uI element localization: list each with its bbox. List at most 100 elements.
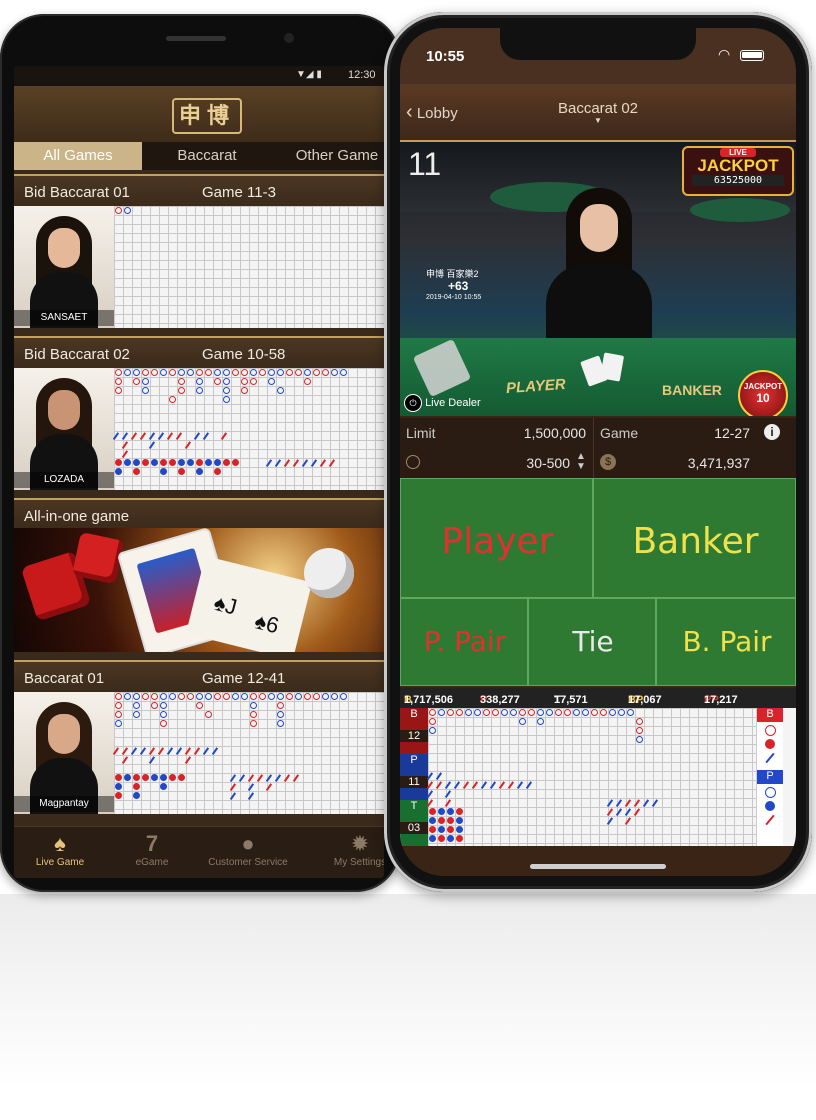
road-bead	[175, 747, 182, 755]
jackpot-badge[interactable]: JACKPOT 10	[738, 370, 788, 416]
road-bead	[247, 774, 254, 782]
nav-live-game[interactable]: ♠ Live Game	[14, 827, 106, 878]
stat-pp-value: 17,217	[704, 694, 738, 706]
road-bead	[196, 459, 203, 466]
road-bead	[115, 459, 122, 466]
road-bead	[633, 799, 640, 807]
nav-egame[interactable]: 7 eGame	[106, 827, 198, 878]
dealer-photo[interactable]: Magpantay	[14, 692, 114, 814]
road-bead	[157, 432, 164, 440]
road-bead	[184, 747, 191, 755]
banker-bet-area[interactable]: Banker	[593, 478, 796, 598]
predict-small-road-icon	[765, 739, 775, 749]
road-bead	[223, 387, 230, 394]
road-bead	[115, 378, 122, 385]
all-in-one-banner[interactable]: ♠J ♠6	[14, 528, 384, 652]
road-bead	[229, 792, 236, 800]
home-indicator[interactable]	[530, 864, 666, 869]
road-bead	[178, 774, 185, 781]
road-bead	[115, 207, 122, 214]
table-title[interactable]: Baccarat 02 ▼	[400, 100, 796, 125]
road-bead	[115, 702, 122, 709]
road-bead	[429, 817, 436, 824]
road-map	[426, 708, 756, 846]
road-bead	[169, 369, 176, 376]
tie-bet-area[interactable]: Tie	[528, 598, 656, 686]
live-dealer-figure	[540, 188, 658, 344]
chip-row: 30-500 ▲ ▼ $ 3,471,937	[400, 448, 796, 479]
road-bead	[624, 817, 631, 825]
road-bead	[133, 792, 140, 799]
predict-big-eye-icon	[764, 725, 776, 736]
tab-baccarat[interactable]: Baccarat	[142, 142, 272, 170]
road-bead	[115, 387, 122, 394]
road-bead	[283, 459, 290, 467]
road-bead	[429, 718, 436, 725]
player-pair-bet-area[interactable]: P. Pair	[400, 598, 528, 686]
road-bead	[250, 693, 257, 700]
road-bead	[283, 774, 290, 782]
table-game-number: Game 12-41	[202, 670, 286, 687]
road-bead	[313, 693, 320, 700]
road-bead	[322, 369, 329, 376]
road-bead	[498, 781, 505, 789]
road-map	[112, 692, 384, 814]
road-bead	[438, 808, 445, 815]
table-header[interactable]: Bid Baccarat 02 Game 10-58	[14, 336, 384, 370]
tab-other-game[interactable]: Other Game	[272, 142, 384, 170]
road-bead	[115, 783, 122, 790]
road-bead	[295, 693, 302, 700]
status-time: 10:55	[426, 48, 465, 65]
road-bead	[277, 693, 284, 700]
road-bead	[196, 693, 203, 700]
road-bead	[615, 808, 622, 816]
bet-range-value[interactable]: 30-500	[510, 455, 570, 471]
road-bead	[205, 369, 212, 376]
road-bead	[166, 432, 173, 440]
road-bead	[642, 799, 649, 807]
nav-customer-service[interactable]: ● Customer Service	[198, 827, 298, 878]
road-bead	[142, 378, 149, 385]
player-bet-area[interactable]: Player	[400, 478, 593, 598]
road-bead	[525, 781, 532, 789]
stepper-icon[interactable]: ▲ ▼	[576, 452, 586, 472]
live-dealer-toggle[interactable]: ⏻ Live Dealer	[404, 394, 481, 412]
table-header[interactable]: Baccarat 01 Game 12-41	[14, 660, 384, 694]
road-bead	[142, 387, 149, 394]
dealer-photo[interactable]: LOZADA	[14, 368, 114, 490]
road-bead	[606, 808, 613, 816]
road-bead	[429, 727, 436, 734]
road-bead	[178, 468, 185, 475]
road-bead	[627, 709, 634, 716]
predict-banker-label[interactable]: B	[757, 708, 783, 722]
road-bead	[178, 369, 185, 376]
player-pair-label: P. Pair	[423, 625, 507, 658]
road-bead	[193, 747, 200, 755]
road-bead	[429, 709, 436, 716]
dealer-photo[interactable]: SANSAET	[14, 206, 114, 328]
road-bead	[121, 441, 128, 449]
road-bead	[112, 747, 119, 755]
road-bead	[438, 835, 445, 842]
road-bead	[124, 207, 131, 214]
info-icon[interactable]: i	[764, 424, 780, 440]
road-bead	[229, 774, 236, 782]
road-bead	[169, 459, 176, 466]
table-header[interactable]: All-in-one game	[14, 498, 384, 530]
live-dealer-label: Live Dealer	[425, 397, 481, 409]
road-bead	[304, 693, 311, 700]
limit-row: Limit 1,500,000 Game 12-27 i	[400, 418, 796, 449]
nav-my-settings[interactable]: ✹ My Settings	[314, 827, 384, 878]
road-bead	[426, 781, 433, 789]
live-video[interactable]: 11 LIVE JACKPOT 63525000 申博 百家樂2 +63 201…	[400, 142, 796, 416]
tab-all-games[interactable]: All Games	[14, 142, 142, 170]
brand-logo: 申博	[172, 98, 242, 134]
table-header[interactable]: Bid Baccarat 01 Game 11-3	[14, 174, 384, 208]
limit-value: 1,500,000	[523, 425, 586, 441]
road-bead	[555, 709, 562, 716]
table-display: 申博 百家樂2 +63 2019-04-10 10:55	[426, 268, 481, 304]
banker-pair-bet-area[interactable]: B. Pair	[656, 598, 796, 686]
predict-player-label[interactable]: P	[757, 770, 783, 784]
road-bead	[474, 709, 481, 716]
road-bead	[220, 432, 227, 440]
